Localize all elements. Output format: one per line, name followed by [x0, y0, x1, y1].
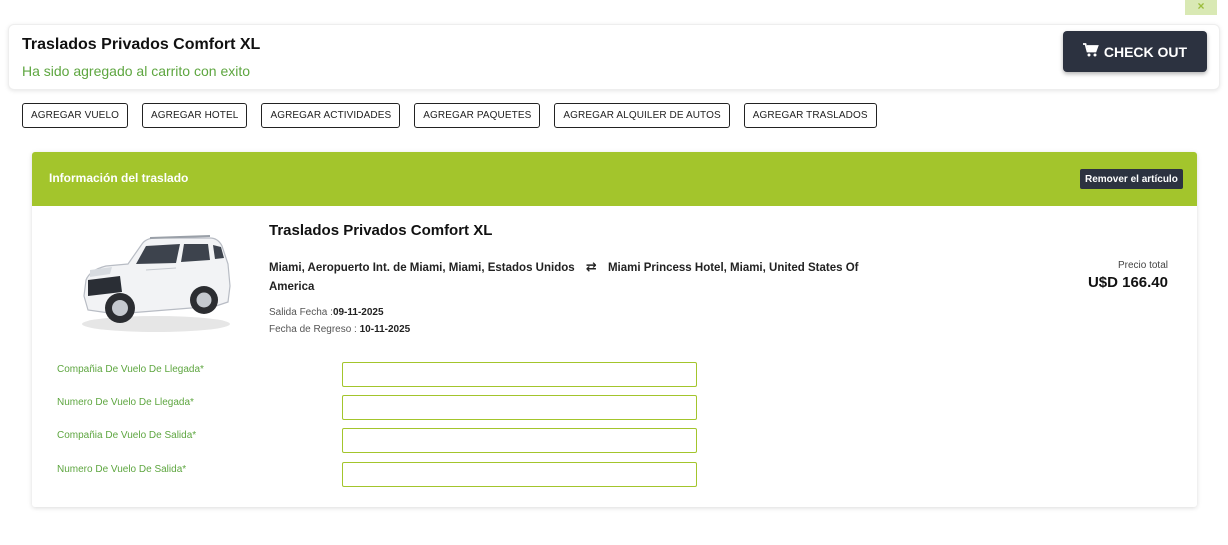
price-value: U$D 166.40 — [1087, 274, 1168, 291]
arrival-airline-input[interactable] — [342, 362, 697, 387]
notification-title: Traslados Privados Comfort XL — [22, 36, 261, 53]
checkout-label: CHECK OUT — [1103, 43, 1188, 60]
close-icon[interactable]: × — [1185, 0, 1217, 15]
departure-label: Salida Fecha : — [269, 307, 333, 318]
arrival-flight-number-label: Numero De Vuelo De Llegada* — [57, 397, 194, 408]
add-packages-button[interactable]: AGREGAR PAQUETES — [414, 103, 541, 128]
product-title: Traslados Privados Comfort XL — [269, 222, 493, 239]
return-label: Fecha de Regreso : — [269, 324, 360, 335]
departure-airline-input[interactable] — [342, 428, 697, 453]
departure-flight-number-label: Numero De Vuelo De Salida* — [57, 464, 187, 475]
transfer-info-card: Información del traslado Remover el artí… — [32, 152, 1197, 507]
add-transfers-button[interactable]: AGREGAR TRASLADOS — [743, 103, 877, 128]
add-car-rental-button[interactable]: AGREGAR ALQUILER DE AUTOS — [554, 103, 730, 128]
return-date: 10-11-2025 — [359, 324, 411, 335]
swap-arrows-icon: ⇄ — [585, 259, 597, 274]
add-service-toolbar: AGREGAR VUELO AGREGAR HOTEL AGREGAR ACTI… — [22, 103, 877, 128]
departure-flight-number-input[interactable] — [342, 462, 697, 487]
cart-icon — [1082, 43, 1099, 60]
checkout-button[interactable]: CHECK OUT — [1063, 31, 1207, 72]
card-header: Información del traslado Remover el artí… — [32, 152, 1197, 206]
cart-notification: Traslados Privados Comfort XL Ha sido ag… — [8, 24, 1220, 90]
arrival-airline-label: Compañia De Vuelo De Llegada* — [57, 364, 204, 375]
remove-item-button[interactable]: Remover el artículo — [1080, 169, 1183, 189]
vehicle-image — [76, 230, 236, 334]
add-hotel-button[interactable]: AGREGAR HOTEL — [142, 103, 248, 128]
route-origin: Miami, Aeropuerto Int. de Miami, Miami, … — [269, 262, 575, 274]
arrival-flight-number-input[interactable] — [342, 395, 697, 420]
departure-airline-label: Compañia De Vuelo De Salida* — [57, 430, 197, 441]
card-header-title: Información del traslado — [49, 171, 189, 185]
add-flight-button[interactable]: AGREGAR VUELO — [22, 103, 128, 128]
departure-date-line: Salida Fecha :09-11-2025 — [269, 307, 384, 318]
price-label: Precio total — [1117, 260, 1168, 271]
return-date-line: Fecha de Regreso : 10-11-2025 — [269, 324, 410, 335]
add-activities-button[interactable]: AGREGAR ACTIVIDADES — [261, 103, 401, 128]
notification-message: Ha sido agregado al carrito con exito — [22, 63, 251, 79]
route-description: Miami, Aeropuerto Int. de Miami, Miami, … — [269, 257, 869, 297]
departure-date: 09-11-2025 — [332, 307, 384, 318]
